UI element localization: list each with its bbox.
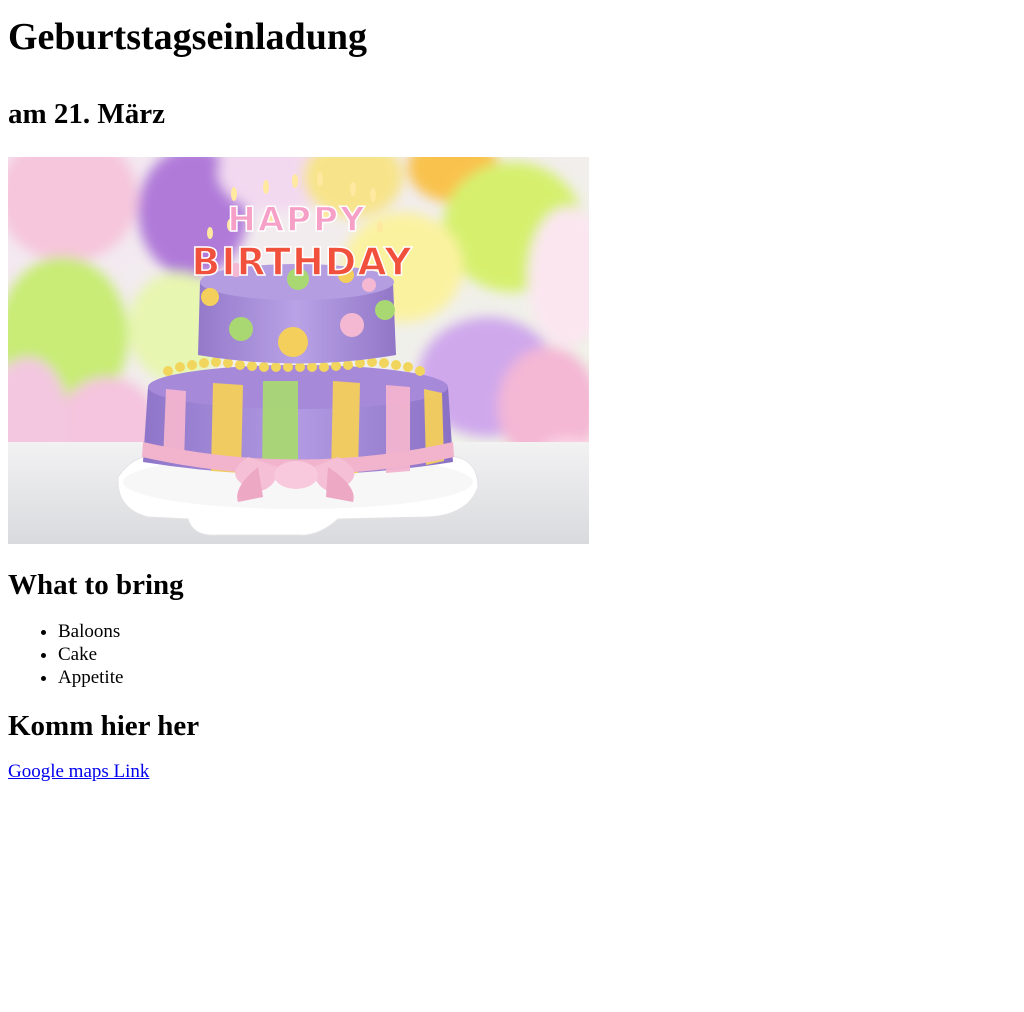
date-heading: am 21. März: [8, 98, 166, 130]
list-item: Appetite: [58, 666, 1016, 689]
location-heading: Komm hier her: [8, 710, 200, 742]
birthday-cake-image: HAPPY BIRTHDAY: [8, 157, 589, 544]
page-title: Geburtstagseinladung: [8, 16, 367, 58]
bring-list: Baloons Cake Appetite: [8, 620, 1016, 689]
page: Geburtstagseinladung am 21. März HAPPY B…: [0, 0, 1024, 791]
list-item: Baloons: [58, 620, 1016, 643]
list-item: Cake: [58, 643, 1016, 666]
candle-letters-birthday: BIRTHDAY: [191, 240, 412, 284]
google-maps-link[interactable]: Google maps Link: [8, 761, 149, 783]
candle-letters-happy: HAPPY: [227, 200, 366, 240]
what-to-bring-heading: What to bring: [8, 569, 184, 601]
